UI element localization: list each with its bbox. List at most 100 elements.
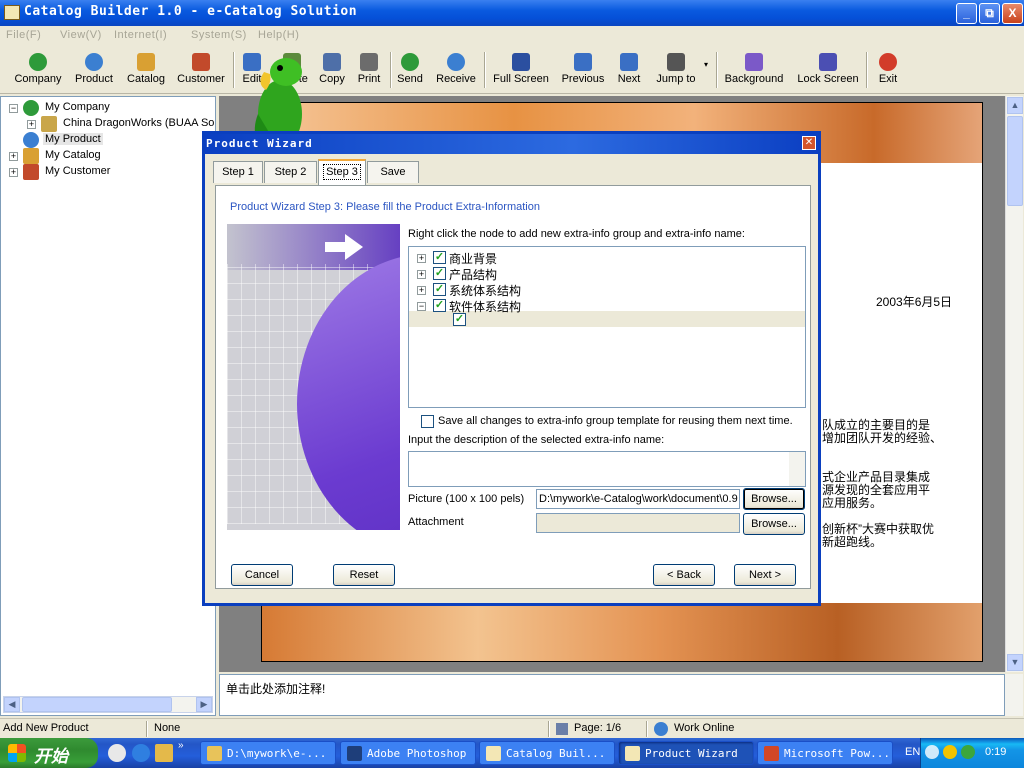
status-divider bbox=[548, 721, 550, 737]
document-vertical-scrollbar[interactable]: ▲ ▼ bbox=[1005, 96, 1023, 672]
receive-icon bbox=[447, 53, 465, 71]
print-icon bbox=[360, 53, 378, 71]
tray-app-icon[interactable] bbox=[961, 745, 975, 759]
browse-attachment-button[interactable]: Browse... bbox=[743, 513, 805, 535]
tree-horizontal-scrollbar[interactable]: ◀ ▶ bbox=[3, 696, 213, 713]
tree-instruction: Right click the node to add new extra-in… bbox=[408, 228, 745, 240]
scroll-right-icon[interactable]: ▶ bbox=[196, 697, 212, 712]
print-button[interactable]: Print bbox=[354, 50, 384, 90]
tree-node-my-customer[interactable]: + My Customer bbox=[7, 164, 207, 180]
catalog-button[interactable]: Catalog bbox=[124, 50, 168, 90]
scroll-up-icon[interactable]: ▲ bbox=[1007, 97, 1023, 114]
copy-button[interactable]: Copy bbox=[316, 50, 348, 90]
status-selection: None bbox=[154, 722, 181, 734]
next-page-button[interactable]: Next bbox=[616, 50, 642, 90]
tree-node-company-child[interactable]: + China DragonWorks (BUAA So bbox=[7, 116, 217, 132]
menu-help[interactable]: Help(H) bbox=[258, 29, 299, 41]
arrow-icon bbox=[325, 242, 345, 252]
tray-expand-icon[interactable] bbox=[925, 745, 939, 759]
extra-info-tree[interactable]: + ✓ 商业背景 + ✓ 产品结构 + ✓ 系统体系结构 − ✓ 软件体系结构 … bbox=[408, 246, 806, 408]
toolbar: Company Product Catalog Customer Edit De… bbox=[0, 46, 1024, 94]
attachment-input[interactable] bbox=[536, 513, 740, 533]
send-button[interactable]: Send bbox=[394, 50, 426, 90]
status-action: Add New Product bbox=[3, 722, 89, 734]
company-button[interactable]: Company bbox=[12, 50, 64, 90]
menu-view[interactable]: View(V) bbox=[60, 29, 102, 41]
expand-icon[interactable]: + bbox=[417, 286, 426, 295]
description-scrollbar[interactable] bbox=[789, 452, 805, 486]
expand-icon[interactable]: + bbox=[417, 254, 426, 263]
description-textarea[interactable] bbox=[408, 451, 806, 487]
close-button[interactable]: X bbox=[1002, 3, 1023, 24]
taskbar-item[interactable]: D:\mywork\e-... bbox=[200, 741, 336, 765]
tab-step-2[interactable]: Step 2 bbox=[264, 161, 317, 183]
menu-system[interactable]: System(S) bbox=[191, 29, 247, 41]
checkbox[interactable]: ✓ bbox=[433, 267, 446, 280]
page-icon bbox=[556, 723, 568, 735]
browse-picture-button[interactable]: Browse... bbox=[743, 488, 805, 510]
new-extra-info-checkbox[interactable]: ✓ bbox=[453, 313, 466, 326]
language-indicator[interactable]: EN bbox=[905, 746, 920, 758]
media-player-icon[interactable] bbox=[108, 744, 126, 762]
restore-button[interactable]: ⧉ bbox=[979, 3, 1000, 24]
expand-icon[interactable]: + bbox=[27, 120, 36, 129]
jump-to-button[interactable]: Jump to bbox=[654, 50, 698, 90]
checkbox[interactable]: ✓ bbox=[433, 251, 446, 264]
product-wizard-dialog: Product Wizard ✕ Step 1 Step 2 Step 3 Sa… bbox=[202, 131, 821, 606]
menu-internet[interactable]: Internet(I) bbox=[114, 29, 167, 41]
previous-button[interactable]: Previous bbox=[560, 50, 606, 90]
document-line: 应用服务。 bbox=[822, 496, 883, 510]
checkbox[interactable]: ✓ bbox=[433, 283, 446, 296]
tree-node-my-catalog[interactable]: + My Catalog bbox=[7, 148, 207, 164]
background-icon bbox=[745, 53, 763, 71]
wizard-side-image bbox=[227, 224, 400, 530]
collapse-icon[interactable]: − bbox=[9, 104, 18, 113]
more-quicklaunch-icon[interactable]: » bbox=[178, 740, 188, 751]
full-screen-button[interactable]: Full Screen bbox=[492, 50, 550, 90]
close-icon[interactable]: ✕ bbox=[802, 136, 816, 150]
expand-icon[interactable]: + bbox=[9, 168, 18, 177]
scroll-down-icon[interactable]: ▼ bbox=[1007, 654, 1023, 671]
tab-save[interactable]: Save bbox=[367, 161, 419, 183]
taskbar-item[interactable]: Microsoft Pow... bbox=[757, 741, 893, 765]
checkbox[interactable]: ✓ bbox=[433, 299, 446, 312]
wizard-step-panel: Product Wizard Step 3: Please fill the P… bbox=[215, 185, 811, 589]
next-button[interactable]: Next > bbox=[734, 564, 796, 586]
jump-dropdown-icon[interactable]: ▾ bbox=[702, 60, 710, 69]
clock: 0:19 bbox=[985, 746, 1007, 758]
collapse-icon[interactable]: − bbox=[417, 302, 426, 311]
tab-step-1[interactable]: Step 1 bbox=[213, 161, 263, 183]
scroll-thumb[interactable] bbox=[1007, 116, 1023, 206]
menu-file[interactable]: File(F) bbox=[6, 29, 41, 41]
description-label: Input the description of the selected ex… bbox=[408, 434, 665, 446]
taskbar-item[interactable]: Catalog Buil... bbox=[479, 741, 615, 765]
start-button[interactable]: 开始 bbox=[0, 738, 98, 768]
tree-node-my-company[interactable]: − My Company bbox=[7, 100, 207, 116]
tree-node-my-product[interactable]: My Product bbox=[7, 132, 207, 148]
cancel-button[interactable]: Cancel bbox=[231, 564, 293, 586]
scroll-thumb[interactable] bbox=[22, 697, 172, 712]
back-button[interactable]: < Back bbox=[653, 564, 715, 586]
customer-button[interactable]: Customer bbox=[176, 50, 226, 90]
reset-button[interactable]: Reset bbox=[333, 564, 395, 586]
expand-icon[interactable]: + bbox=[9, 152, 18, 161]
picture-path-input[interactable]: D:\mywork\e-Catalog\work\document\0.9 bbox=[536, 489, 740, 509]
note-scrollbar[interactable] bbox=[1005, 674, 1023, 716]
tray-app-icon[interactable] bbox=[943, 745, 957, 759]
save-template-checkbox[interactable]: ✓ bbox=[421, 415, 434, 428]
exit-button[interactable]: Exit bbox=[876, 50, 900, 90]
tab-step-3[interactable]: Step 3 bbox=[318, 159, 366, 185]
ie-icon[interactable] bbox=[132, 744, 150, 762]
product-button[interactable]: Product bbox=[72, 50, 116, 90]
scroll-left-icon[interactable]: ◀ bbox=[4, 697, 20, 712]
dialog-title: Product Wizard bbox=[206, 137, 313, 150]
expand-icon[interactable]: + bbox=[417, 270, 426, 279]
minimize-button[interactable]: _ bbox=[956, 3, 977, 24]
lock-screen-button[interactable]: Lock Screen bbox=[796, 50, 860, 90]
background-button[interactable]: Background bbox=[724, 50, 784, 90]
taskbar-item[interactable]: Adobe Photoshop bbox=[340, 741, 476, 765]
taskbar-item-active[interactable]: Product Wizard bbox=[618, 741, 754, 765]
receive-button[interactable]: Receive bbox=[434, 50, 478, 90]
note-area[interactable]: 单击此处添加注释! bbox=[219, 674, 1005, 716]
outlook-icon[interactable] bbox=[155, 744, 173, 762]
